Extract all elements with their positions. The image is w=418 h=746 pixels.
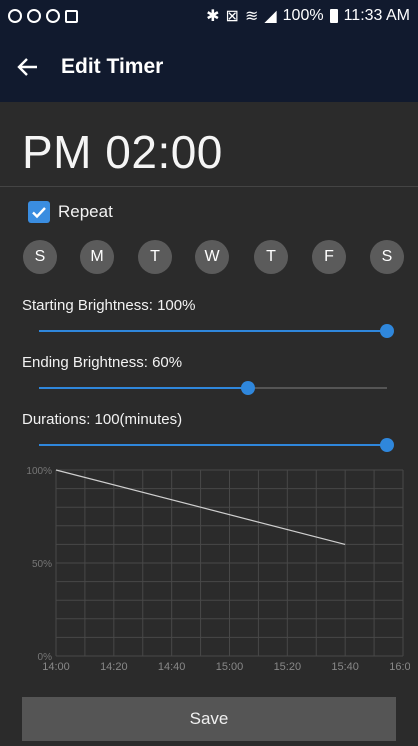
app-bar: Edit Timer xyxy=(0,32,418,102)
day-tuesday[interactable]: T xyxy=(138,240,172,274)
mute-icon: ⊠ xyxy=(225,8,239,25)
y-tick-label: 50% xyxy=(32,559,52,570)
starting-brightness-label: Starting Brightness: 100% xyxy=(22,297,196,314)
y-tick-label: 100% xyxy=(26,466,52,477)
slider-thumb[interactable] xyxy=(380,324,394,338)
ending-brightness-slider[interactable] xyxy=(39,381,387,395)
day-wednesday[interactable]: W xyxy=(195,240,229,274)
slider-thumb[interactable] xyxy=(380,438,394,452)
battery-icon xyxy=(329,9,338,23)
ending-brightness-label: Ending Brightness: 60% xyxy=(22,354,183,371)
duration-slider[interactable] xyxy=(39,438,394,452)
clock: 11:33 AM xyxy=(343,7,410,24)
x-tick-label: 15:00 xyxy=(216,661,244,673)
timer-time[interactable]: PM 02:00 xyxy=(22,125,223,179)
notification-icons xyxy=(8,9,78,23)
x-tick-label: 14:20 xyxy=(100,661,128,673)
wifi-icon: ≋ xyxy=(244,8,259,25)
repeat-checkbox[interactable] xyxy=(28,201,50,223)
slider-thumb[interactable] xyxy=(240,381,255,395)
x-tick-label: 16:00 xyxy=(389,661,410,673)
day-friday[interactable]: F xyxy=(312,240,346,274)
slider-fill xyxy=(39,444,387,446)
back-arrow-icon[interactable] xyxy=(0,32,56,102)
repeat-row: Repeat xyxy=(28,201,113,223)
day-saturday[interactable]: S xyxy=(370,240,404,274)
gallery-icon xyxy=(65,9,78,23)
day-thursday[interactable]: T xyxy=(254,240,288,274)
x-tick-label: 14:00 xyxy=(42,661,70,673)
circle-notification-icon xyxy=(46,9,60,23)
signal-icon: ◢ xyxy=(264,8,277,25)
circle-notification-icon xyxy=(27,9,41,23)
day-sunday[interactable]: S xyxy=(23,240,57,274)
battery-percent: 100% xyxy=(282,7,324,24)
duration-label: Durations: 100(minutes) xyxy=(22,411,183,428)
starting-brightness-slider[interactable] xyxy=(39,324,394,338)
bluetooth-icon: ✱ xyxy=(206,8,220,25)
page-title: Edit Timer xyxy=(61,55,164,78)
save-button[interactable]: Save xyxy=(22,697,396,741)
brightness-chart: 0%50%100%14:00 14:20 14:40 15:00 15:20 15:40 1… xyxy=(26,466,410,673)
check-icon xyxy=(32,207,46,219)
repeat-label: Repeat xyxy=(58,202,113,221)
whatsapp-icon xyxy=(8,9,22,23)
divider xyxy=(0,186,418,187)
x-tick-label: 14:40 xyxy=(158,661,186,673)
slider-fill xyxy=(39,330,387,332)
x-tick-label: 15:20 xyxy=(274,661,302,673)
x-tick-label: 15:40 xyxy=(331,661,359,673)
day-selector: S M T W T F S xyxy=(0,240,418,274)
day-monday[interactable]: M xyxy=(80,240,114,274)
status-bar: ✱ ⊠ ≋ ◢ 100% 11:33 AM xyxy=(0,0,418,32)
slider-fill xyxy=(39,387,248,389)
